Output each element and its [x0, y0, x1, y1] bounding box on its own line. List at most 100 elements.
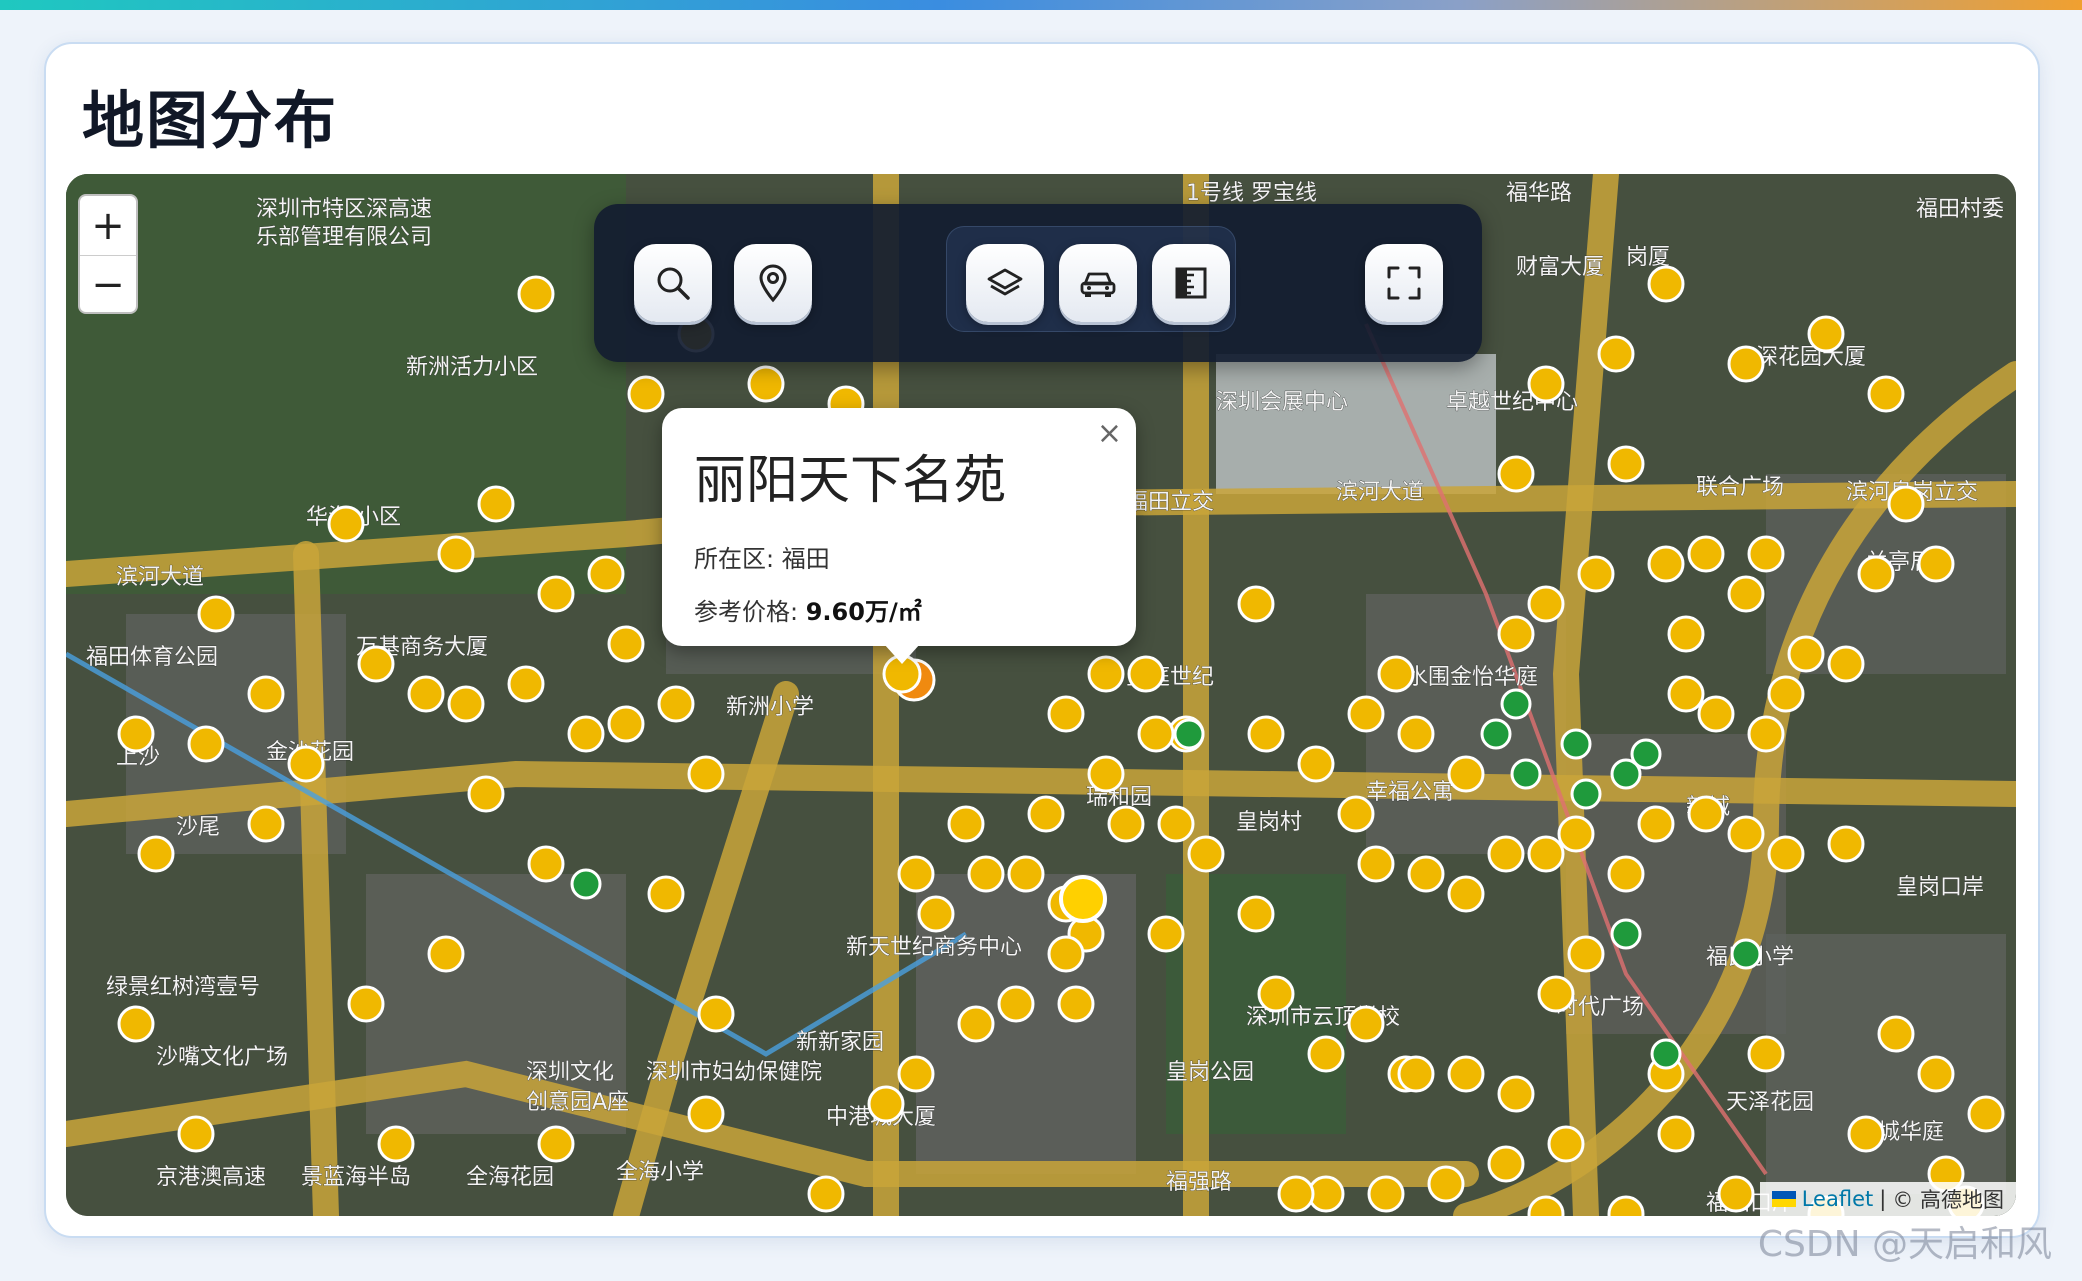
map-place-label: 滨河大道	[116, 565, 204, 590]
property-marker	[1537, 975, 1575, 1013]
property-marker	[687, 755, 725, 793]
map-place-label: 皇岗村	[1236, 810, 1302, 835]
map-place-label: 1号线 罗宝线	[1186, 181, 1317, 206]
property-marker-green	[1173, 718, 1205, 750]
search-button[interactable]	[634, 244, 712, 322]
property-marker	[1657, 1115, 1695, 1153]
property-marker	[1527, 1195, 1565, 1216]
property-marker	[1717, 1175, 1755, 1213]
property-marker	[287, 745, 325, 783]
property-marker	[697, 995, 735, 1033]
property-marker	[567, 715, 605, 753]
property-marker	[1427, 1165, 1465, 1203]
property-marker	[1347, 695, 1385, 733]
property-marker	[1487, 835, 1525, 873]
property-marker	[1827, 645, 1865, 683]
property-marker	[1567, 935, 1605, 973]
property-marker	[1377, 655, 1415, 693]
property-marker	[1747, 715, 1785, 753]
map-place-label: 皇岗口岸	[1896, 875, 1984, 900]
map-place-label: 福强路	[1166, 1170, 1232, 1195]
locate-button[interactable]	[734, 244, 812, 322]
property-marker-green	[1610, 918, 1642, 950]
property-marker	[1127, 655, 1165, 693]
map-place-label: 新新家园	[796, 1030, 884, 1055]
zoom-in-button[interactable]: +	[80, 196, 136, 255]
property-marker	[1357, 845, 1395, 883]
property-marker	[357, 645, 395, 683]
map-place-label: 深圳文化	[526, 1060, 614, 1085]
property-marker	[997, 985, 1035, 1023]
map-place-label: 绿景红树湾壹号	[106, 975, 260, 1000]
property-marker	[1727, 575, 1765, 613]
property-marker	[1767, 675, 1805, 713]
property-marker	[1497, 615, 1535, 653]
layers-button[interactable]	[966, 244, 1044, 322]
layers-icon	[987, 268, 1023, 296]
map-place-label: 福田立交	[1126, 490, 1214, 515]
property-marker	[627, 375, 665, 413]
property-marker	[1277, 1175, 1315, 1213]
map-toolbar	[594, 204, 1482, 362]
property-marker	[1747, 535, 1785, 573]
property-marker	[1667, 615, 1705, 653]
property-marker	[967, 855, 1005, 893]
property-marker	[1667, 675, 1705, 713]
property-marker	[1087, 755, 1125, 793]
property-marker	[197, 595, 235, 633]
map-view[interactable]: 深圳市特区深高速乐部管理有限公司新洲活力小区滨河大道福田体育公园万基商务大厦华海…	[66, 174, 2016, 1216]
property-marker	[1137, 715, 1175, 753]
property-marker	[807, 1175, 845, 1213]
property-marker	[1687, 535, 1725, 573]
map-place-label: 财富大厦	[1516, 255, 1604, 280]
map-place-label: 福华路	[1506, 181, 1572, 206]
ruler-icon	[1175, 267, 1207, 299]
traffic-button[interactable]	[1059, 244, 1137, 322]
close-icon[interactable]: ×	[1097, 416, 1122, 451]
property-marker	[1007, 855, 1045, 893]
map-place-label: 新天世纪商务中心	[846, 935, 1022, 960]
property-marker	[1447, 755, 1485, 793]
popup-price: 参考价格: 9.60万/㎡	[694, 592, 1104, 627]
zoom-out-button[interactable]: −	[80, 255, 136, 312]
property-marker	[1187, 835, 1225, 873]
property-marker	[1057, 985, 1095, 1023]
property-marker	[687, 1095, 725, 1133]
district-value: 福田	[781, 545, 830, 573]
property-marker	[607, 705, 645, 743]
property-marker-green	[1560, 728, 1592, 760]
property-marker	[1047, 695, 1085, 733]
property-marker	[407, 675, 445, 713]
property-marker-green	[1570, 778, 1602, 810]
property-marker	[1637, 805, 1675, 843]
property-marker	[177, 1115, 215, 1153]
map-place-label: 新洲小学	[726, 695, 814, 720]
city-block	[1766, 934, 2006, 1194]
property-marker	[117, 715, 155, 753]
convention-center-block	[1216, 354, 1496, 494]
property-marker	[1527, 585, 1565, 623]
map-place-label: 创意园A座	[526, 1090, 629, 1115]
property-marker-green	[1650, 1038, 1682, 1070]
property-marker	[1607, 445, 1645, 483]
property-marker	[897, 855, 935, 893]
property-marker	[1527, 835, 1565, 873]
property-marker	[117, 1005, 155, 1043]
property-marker	[1917, 1055, 1955, 1093]
property-marker	[1647, 545, 1685, 583]
property-marker	[1597, 335, 1635, 373]
map-place-label: 沙尾	[176, 815, 220, 840]
property-marker	[657, 685, 695, 723]
map-place-label: 水围金怡华庭	[1406, 665, 1538, 690]
map-place-label: 全海小学	[616, 1160, 704, 1185]
measure-button[interactable]	[1152, 244, 1230, 322]
map-attribution: Leaflet | © 高德地图	[1759, 1182, 2016, 1216]
search-icon	[657, 267, 690, 300]
fullscreen-button[interactable]	[1365, 244, 1443, 322]
property-marker	[437, 535, 475, 573]
property-marker	[1497, 1075, 1535, 1113]
property-marker	[1367, 1175, 1405, 1213]
property-marker	[1047, 935, 1085, 973]
leaflet-link[interactable]: Leaflet	[1802, 1187, 1874, 1211]
map-place-label: 滨河大道	[1336, 480, 1424, 505]
